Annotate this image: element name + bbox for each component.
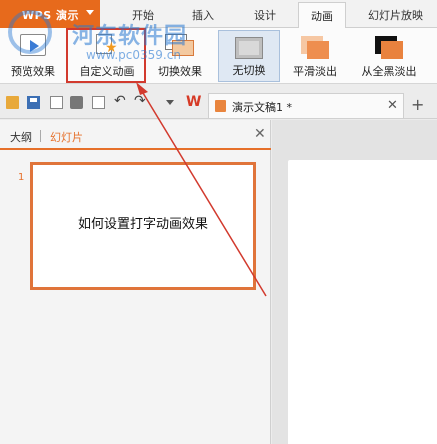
tab-slides[interactable]: 幻灯片 (50, 129, 83, 145)
tab-design[interactable]: 设计 (254, 7, 276, 23)
transition-fade-from-black-label: 从全黑淡出 (361, 65, 417, 78)
slide-canvas[interactable] (288, 160, 437, 444)
customize-toolbar-chevron-icon[interactable] (166, 100, 174, 105)
transition-none-label: 无切换 (232, 64, 266, 77)
document-tab[interactable]: 演示文稿1 * ✕ (208, 93, 404, 118)
slide-thumbnail[interactable]: 如何设置打字动画效果 (30, 162, 256, 290)
tab-slideshow[interactable]: 幻灯片放映 (368, 7, 423, 23)
slide-editing-area (272, 120, 437, 444)
undo-icon[interactable]: ↶ (114, 94, 127, 108)
tab-insert[interactable]: 插入 (192, 7, 214, 23)
tab-outline[interactable]: 大纲 (10, 129, 32, 145)
new-tab-plus-icon[interactable]: + (411, 95, 424, 114)
app-name: WPS 演示 (22, 9, 79, 22)
document-title: 演示文稿1 * (232, 101, 292, 114)
transition-none[interactable]: 无切换 (218, 30, 280, 82)
close-pane-icon[interactable]: ✕ (254, 126, 266, 142)
switch-effect-label: 切换效果 (158, 65, 202, 78)
transition-smooth-fade-label: 平滑淡出 (293, 65, 337, 78)
slide-thumbnail-text: 如何设置打字动画效果 (77, 217, 208, 232)
preview-effect-button[interactable]: 预览效果 (4, 28, 62, 84)
slide-number: 1 (18, 172, 25, 183)
wps-logo-icon: W (186, 94, 202, 110)
chevron-down-icon (86, 10, 94, 15)
export-pdf-icon[interactable] (50, 96, 63, 109)
switch-effect-button[interactable]: 切换效果 (150, 28, 210, 84)
play-icon (20, 34, 46, 56)
transition-fade-from-black[interactable]: 从全黑淡出 (354, 30, 424, 82)
slide-transition-icon (165, 34, 195, 56)
save-icon[interactable] (27, 96, 40, 109)
close-icon[interactable]: ✕ (387, 98, 398, 113)
app-menu-button[interactable]: WPS 演示 (0, 0, 100, 28)
presentation-file-icon (215, 100, 226, 112)
redo-icon[interactable]: ↷ (134, 94, 147, 108)
tab-home[interactable]: 开始 (132, 7, 154, 23)
fade-swatch-icon (301, 36, 329, 59)
print-icon[interactable] (70, 96, 83, 109)
fade-black-swatch-icon (375, 36, 403, 59)
highlight-box (66, 28, 146, 83)
menu-tab-bar: WPS 演示 开始 插入 设计 动画 幻灯片放映 (0, 0, 437, 29)
pane-tabs: 大纲 幻灯片 ✕ (0, 120, 271, 150)
transition-smooth-fade[interactable]: 平滑淡出 (284, 30, 346, 82)
open-folder-icon[interactable] (6, 96, 19, 109)
print-preview-icon[interactable] (92, 96, 105, 109)
tab-separator (40, 130, 41, 142)
preview-effect-label: 预览效果 (11, 65, 55, 78)
no-transition-swatch-icon (235, 37, 263, 59)
tab-animation[interactable]: 动画 (298, 2, 346, 29)
